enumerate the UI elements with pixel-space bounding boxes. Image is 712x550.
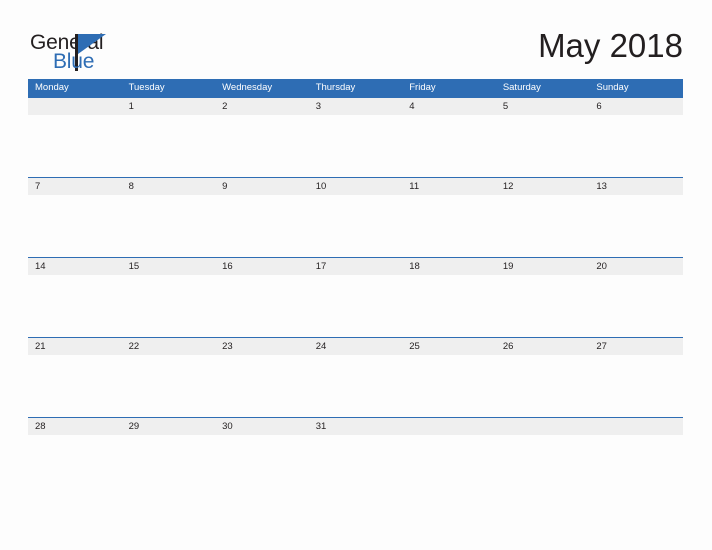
day-cell[interactable]: 14 (28, 258, 122, 275)
day-cell[interactable]: 15 (122, 258, 216, 275)
calendar-table: Monday Tuesday Wednesday Thursday Friday… (28, 79, 683, 498)
weekday-header-thursday: Thursday (315, 82, 356, 93)
day-cell[interactable]: 19 (496, 258, 590, 275)
day-cell[interactable]: 12 (496, 178, 590, 195)
day-cell[interactable]: 1 (122, 98, 216, 115)
day-cell[interactable]: 30 (215, 418, 309, 435)
week-date-band: 7 8 9 10 11 12 13 (28, 177, 683, 195)
calendar-page: General Blue May 2018 Monday Tuesday Wed… (0, 0, 712, 550)
day-cell[interactable]: 3 (309, 98, 403, 115)
day-cell[interactable]: 7 (28, 178, 122, 195)
week-row: 21 22 23 24 25 26 27 (28, 337, 683, 418)
weekday-header-monday: Monday (35, 82, 69, 93)
weekday-header-wednesday: Wednesday (222, 82, 273, 93)
week-date-band: 28 29 30 31 (28, 417, 683, 435)
day-cell[interactable]: 8 (122, 178, 216, 195)
day-cell[interactable]: 21 (28, 338, 122, 355)
weekday-header-row: Monday Tuesday Wednesday Thursday Friday… (28, 79, 683, 97)
day-cell[interactable] (402, 418, 496, 435)
day-cell[interactable]: 11 (402, 178, 496, 195)
day-cell[interactable]: 5 (496, 98, 590, 115)
day-cell[interactable]: 23 (215, 338, 309, 355)
generalblue-logo[interactable]: General Blue (30, 31, 150, 73)
day-cell[interactable]: 20 (589, 258, 683, 275)
day-cell[interactable]: 26 (496, 338, 590, 355)
week-date-band: 21 22 23 24 25 26 27 (28, 337, 683, 355)
day-cell[interactable]: 22 (122, 338, 216, 355)
day-cell[interactable] (589, 418, 683, 435)
day-cell[interactable]: 28 (28, 418, 122, 435)
day-cell[interactable]: 10 (309, 178, 403, 195)
page-header: General Blue May 2018 (0, 0, 712, 76)
day-cell[interactable]: 31 (309, 418, 403, 435)
day-cell[interactable] (28, 98, 122, 115)
day-cell[interactable]: 2 (215, 98, 309, 115)
day-cell[interactable]: 18 (402, 258, 496, 275)
day-cell[interactable]: 27 (589, 338, 683, 355)
day-cell[interactable]: 17 (309, 258, 403, 275)
weekday-header-tuesday: Tuesday (128, 82, 165, 93)
week-date-band: 14 15 16 17 18 19 20 (28, 257, 683, 275)
week-body[interactable] (28, 435, 683, 498)
page-title: May 2018 (538, 27, 683, 64)
week-row: 7 8 9 10 11 12 13 (28, 177, 683, 258)
day-cell[interactable]: 9 (215, 178, 309, 195)
day-cell[interactable]: 25 (402, 338, 496, 355)
weekday-header-friday: Friday (409, 82, 436, 93)
week-row: 28 29 30 31 (28, 417, 683, 498)
day-cell[interactable] (496, 418, 590, 435)
week-body[interactable] (28, 355, 683, 418)
day-cell[interactable]: 24 (309, 338, 403, 355)
week-body[interactable] (28, 115, 683, 178)
day-cell[interactable]: 29 (122, 418, 216, 435)
week-date-band: 1 2 3 4 5 6 (28, 97, 683, 115)
day-cell[interactable]: 6 (589, 98, 683, 115)
weekday-header-sunday: Sunday (596, 82, 629, 93)
weekday-header-saturday: Saturday (502, 82, 541, 93)
week-row: 1 2 3 4 5 6 (28, 97, 683, 178)
week-row: 14 15 16 17 18 19 20 (28, 257, 683, 338)
day-cell[interactable]: 16 (215, 258, 309, 275)
day-cell[interactable]: 4 (402, 98, 496, 115)
logo-text-blue: Blue (53, 50, 95, 73)
week-body[interactable] (28, 195, 683, 258)
day-cell[interactable]: 13 (589, 178, 683, 195)
week-body[interactable] (28, 275, 683, 338)
